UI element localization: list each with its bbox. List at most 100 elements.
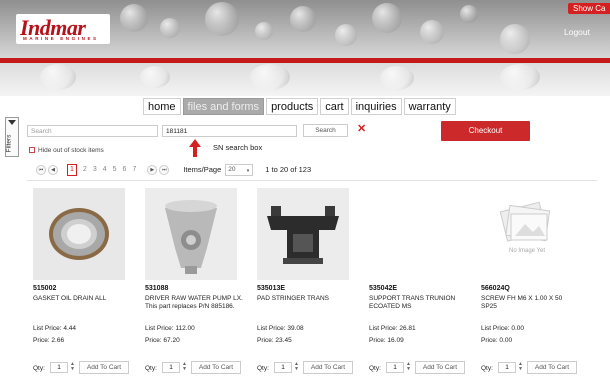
quantity-input[interactable]: 1 (50, 362, 68, 373)
product-image[interactable] (257, 188, 349, 280)
chevron-down-icon (8, 120, 16, 125)
quantity-input[interactable]: 1 (498, 362, 516, 373)
product-number[interactable]: 515002 (33, 285, 56, 292)
sn-annotation-label: SN search box (213, 143, 263, 152)
quantity-stepper[interactable]: ▲ ▼ (406, 362, 411, 372)
list-price: List Price: 112.00 (145, 325, 195, 332)
water-droplet (255, 22, 273, 40)
price: Price: 2.66 (33, 337, 65, 344)
quantity-stepper[interactable]: ▲ ▼ (294, 362, 299, 372)
main-nav: home files and forms products cart inquiries… (143, 98, 456, 115)
product-card: 515002 GASKET OIL DRAIN ALL List Price: 4.… (27, 184, 132, 374)
page-numbers: 1234567 (64, 163, 139, 176)
water-droplet (500, 64, 540, 90)
sn-search-input[interactable]: 181181 (162, 125, 297, 137)
no-image-label: No Image Yet (508, 248, 546, 254)
nav-tab-files-and-forms[interactable]: files and forms (182, 98, 265, 115)
list-price: List Price: 26.81 (369, 325, 416, 332)
chevron-down-icon: ▾ (246, 167, 250, 174)
prev-page-icon[interactable]: ◀ (48, 164, 58, 175)
product-number[interactable]: 535042E (369, 285, 397, 292)
product-number[interactable]: 566024Q (481, 285, 510, 292)
qty-label: Qty: (481, 365, 493, 372)
page-link[interactable]: 5 (113, 166, 117, 173)
first-page-icon[interactable]: ⏮ (36, 164, 46, 175)
hide-out-of-stock-label: Hide out of stock items (38, 147, 104, 154)
items-per-page-value: 20 (228, 165, 236, 173)
nav-tab-products[interactable]: products (266, 98, 319, 115)
add-to-cart-button[interactable]: Add To Cart (79, 361, 129, 374)
nav-tab-warranty[interactable]: warranty (403, 98, 456, 115)
quantity-input[interactable]: 1 (386, 362, 404, 373)
search-button[interactable]: Search (303, 124, 348, 137)
show-cart-button[interactable]: Show Ca (568, 3, 610, 14)
add-to-cart-button[interactable]: Add To Cart (191, 361, 241, 374)
quantity-stepper[interactable]: ▲ ▼ (518, 362, 523, 372)
product-card: 535013E PAD STRINGER TRANS List Price: 39.… (251, 184, 356, 374)
water-droplet (460, 5, 478, 23)
quantity-input[interactable]: 1 (162, 362, 180, 373)
water-droplet (380, 66, 414, 90)
water-droplet (120, 4, 148, 32)
last-page-icon[interactable]: ⏭ (159, 164, 170, 175)
price: Price: 16.09 (369, 337, 404, 344)
items-per-page-select[interactable]: 20 ▾ (225, 163, 254, 176)
results-range: 1 to 20 of 123 (265, 165, 312, 174)
indmar-logo[interactable]: Indmar MARINE ENGINES (16, 14, 110, 44)
page-link[interactable]: 2 (83, 166, 87, 173)
checkout-button[interactable]: Checkout (441, 121, 530, 141)
add-to-cart-button[interactable]: Add To Cart (415, 361, 465, 374)
nav-tab-inquiries[interactable]: inquiries (350, 98, 402, 115)
quantity-stepper[interactable]: ▲ ▼ (70, 362, 75, 372)
add-to-cart-button[interactable]: Add To Cart (303, 361, 353, 374)
items-per-page-label: Items/Page (183, 165, 222, 174)
divider (27, 180, 597, 181)
clear-search-icon[interactable]: ✕ (357, 123, 366, 135)
add-to-cart-button[interactable]: Add To Cart (527, 361, 577, 374)
list-price: List Price: 0.00 (481, 325, 524, 332)
header-red-stripe (0, 58, 610, 63)
water-droplet (290, 6, 316, 32)
product-description: PAD STRINGER TRANS (257, 295, 329, 302)
qty-label: Qty: (369, 365, 381, 372)
nav-tab-home[interactable]: home (143, 98, 181, 115)
logout-link[interactable]: Logout (564, 27, 590, 37)
page-link[interactable]: 4 (103, 166, 107, 173)
list-price: List Price: 4.44 (33, 325, 76, 332)
product-number[interactable]: 531088 (145, 285, 168, 292)
search-input[interactable]: Search (27, 125, 158, 137)
water-droplet (372, 3, 402, 33)
qty-label: Qty: (33, 365, 45, 372)
page-link[interactable]: 1 (67, 163, 77, 176)
product-description: DRIVER RAW WATER PUMP LX. This part repl… (145, 295, 243, 310)
product-image[interactable] (145, 188, 237, 280)
annotation-arrow-stem (193, 147, 197, 157)
next-page-icon[interactable]: ▶ (147, 164, 158, 175)
page-link[interactable]: 3 (93, 166, 97, 173)
hide-out-of-stock-checkbox[interactable] (29, 147, 35, 153)
qty-label: Qty: (145, 365, 157, 372)
filters-toggle[interactable]: Filters (5, 117, 19, 157)
price: Price: 23.45 (257, 337, 292, 344)
quantity-stepper[interactable]: ▲ ▼ (182, 362, 187, 372)
page-link[interactable]: 7 (132, 166, 136, 173)
quantity-input[interactable]: 1 (274, 362, 292, 373)
price: Price: 67.20 (145, 337, 180, 344)
annotation-arrow-icon (189, 139, 201, 147)
pagination: ⏮ ◀ 1234567 ▶ ⏭ Items/Page 20 ▾ 1 to 20 … (36, 163, 311, 176)
water-droplet (420, 20, 444, 44)
product-number[interactable]: 535013E (257, 285, 285, 292)
water-droplet (140, 66, 170, 88)
list-price: List Price: 39.08 (257, 325, 304, 332)
water-droplet (160, 18, 180, 38)
product-card: 531088 DRIVER RAW WATER PUMP LX. This par… (139, 184, 244, 374)
product-description: SUPPORT TRANS TRUNION ECOATED MS (369, 295, 456, 310)
nav-tab-cart[interactable]: cart (320, 98, 349, 115)
page-link[interactable]: 6 (123, 166, 127, 173)
product-image[interactable] (369, 188, 461, 280)
filters-label: Filters (5, 134, 13, 153)
product-card: 535042E SUPPORT TRANS TRUNION ECOATED MS L… (363, 184, 468, 374)
product-image[interactable] (33, 188, 125, 280)
product-grid: 515002 GASKET OIL DRAIN ALL List Price: 4.… (27, 184, 597, 374)
product-image[interactable]: No Image Yet (481, 188, 573, 280)
